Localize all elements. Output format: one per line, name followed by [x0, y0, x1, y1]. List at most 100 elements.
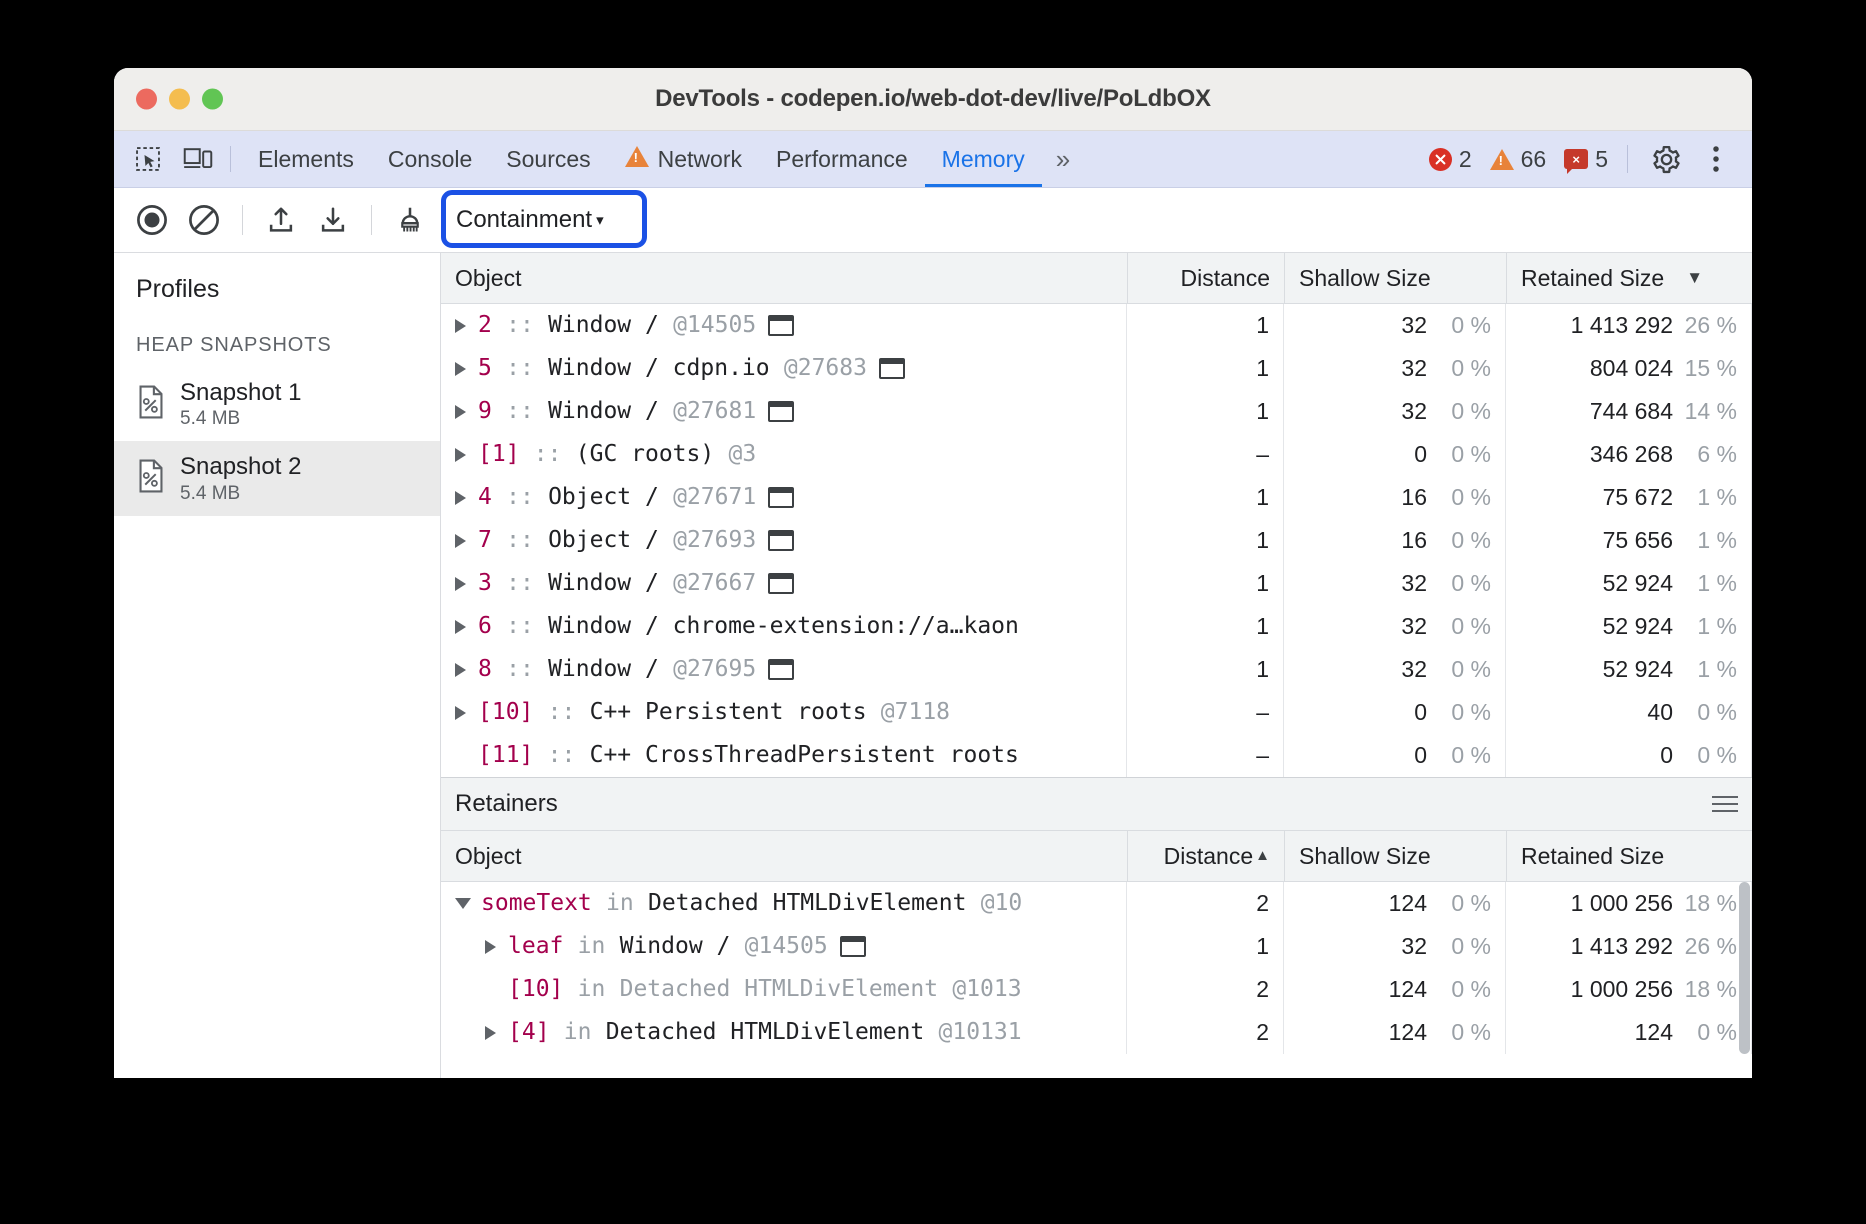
sidebar-item-snapshot-2[interactable]: Snapshot 2 5.4 MB — [114, 441, 440, 515]
expand-triangle-icon[interactable] — [455, 448, 466, 462]
table-row[interactable]: [1] :: (GC roots) @3–00 %346 2686 % — [441, 433, 1752, 476]
object-cell[interactable]: [1] :: (GC roots) @3 — [441, 433, 1127, 476]
retainers-scrollbar[interactable] — [1739, 882, 1750, 1078]
column-header-retained-size[interactable]: Retained Size ▼ — [1506, 253, 1752, 303]
object-cell[interactable]: leaf in Window / @14505 — [441, 925, 1127, 968]
retainers-column-header-retained-size[interactable]: Retained Size — [1506, 831, 1752, 881]
object-id: @10131 — [939, 1011, 1022, 1054]
expand-triangle-icon[interactable] — [455, 362, 466, 376]
table-row[interactable]: [10] :: C++ Persistent roots @7118–00 %4… — [441, 691, 1752, 734]
garbage-collect-icon[interactable] — [384, 194, 436, 246]
device-toolbar-icon[interactable] — [176, 137, 220, 181]
shallow-size-value: 32 — [1401, 605, 1427, 648]
object-cell[interactable]: 3 :: Window / @27667 — [441, 562, 1127, 605]
list-menu-icon[interactable] — [1712, 796, 1738, 812]
retained-size-percent: 14 % — [1673, 390, 1737, 433]
distance-value-cell: – — [1127, 433, 1284, 476]
expand-triangle-icon[interactable] — [455, 319, 466, 333]
tab-elements[interactable]: Elements — [241, 131, 371, 187]
column-header-object[interactable]: Object — [441, 253, 1127, 303]
expand-triangle-icon[interactable] — [455, 534, 466, 548]
object-cell[interactable]: 6 :: Window / chrome-extension://a…kaon — [441, 605, 1127, 648]
expand-triangle-icon[interactable] — [485, 1026, 496, 1040]
object-cell[interactable]: someText in Detached HTMLDivElement @10 — [441, 882, 1127, 925]
table-row[interactable]: [11] :: C++ CrossThreadPersistent roots–… — [441, 734, 1752, 777]
tab-elements-label: Elements — [258, 131, 354, 187]
retainers-column-header-shallow-size[interactable]: Shallow Size — [1284, 831, 1506, 881]
column-header-distance[interactable]: Distance — [1127, 253, 1284, 303]
expand-triangle-icon[interactable] — [455, 405, 466, 419]
object-cell[interactable]: 7 :: Object / @27693 — [441, 519, 1127, 562]
tab-network[interactable]: Network — [608, 131, 759, 187]
table-row[interactable]: 6 :: Window / chrome-extension://a…kaon1… — [441, 605, 1752, 648]
row-index: someText — [481, 882, 592, 925]
distance-value: 1 — [1256, 925, 1269, 968]
more-tabs-icon[interactable]: » — [1042, 144, 1081, 175]
distance-value-cell: 1 — [1127, 605, 1284, 648]
object-cell[interactable]: [11] :: C++ CrossThreadPersistent roots — [441, 734, 1127, 777]
object-cell[interactable]: 9 :: Window / @27681 — [441, 390, 1127, 433]
column-header-shallow-size[interactable]: Shallow Size — [1284, 253, 1506, 303]
retained-size-percent: 26 % — [1673, 925, 1737, 968]
object-name: Window / cdpn.io — [548, 347, 770, 390]
retainers-scrollbar-thumb[interactable] — [1739, 882, 1750, 1054]
table-row[interactable]: 8 :: Window / @276951320 %52 9241 % — [441, 648, 1752, 691]
expand-triangle-icon[interactable] — [455, 491, 466, 505]
tab-console[interactable]: Console — [371, 131, 489, 187]
object-cell[interactable]: 8 :: Window / @27695 — [441, 648, 1127, 691]
minimize-window-button[interactable] — [169, 89, 190, 110]
collapse-triangle-icon[interactable] — [455, 898, 471, 909]
table-row[interactable]: 4 :: Object / @276711160 %75 6721 % — [441, 476, 1752, 519]
inspect-element-icon[interactable] — [126, 137, 170, 181]
expand-triangle-icon[interactable] — [455, 706, 466, 720]
row-separator: :: — [548, 691, 576, 734]
table-row[interactable]: [10] in Detached HTMLDivElement @1013212… — [441, 968, 1752, 1011]
toolbar-divider-1 — [242, 205, 243, 235]
record-icon[interactable] — [126, 194, 178, 246]
close-window-button[interactable] — [136, 89, 157, 110]
retainers-column-header-object[interactable]: Object — [441, 831, 1127, 881]
row-index: 9 — [478, 390, 492, 433]
expand-triangle-icon[interactable] — [455, 577, 466, 591]
expand-triangle-icon[interactable] — [455, 620, 466, 634]
gear-icon[interactable] — [1644, 137, 1688, 181]
table-row[interactable]: 7 :: Object / @276931160 %75 6561 % — [441, 519, 1752, 562]
retainers-column-header-distance[interactable]: Distance ▲ — [1127, 831, 1284, 881]
object-cell[interactable]: 2 :: Window / @14505 — [441, 304, 1127, 347]
table-row[interactable]: 9 :: Window / @276811320 %744 68414 % — [441, 390, 1752, 433]
table-row[interactable]: [4] in Detached HTMLDivElement @10131212… — [441, 1011, 1752, 1054]
view-select[interactable]: Containment ▾ — [450, 203, 610, 237]
object-name: C++ CrossThreadPersistent roots — [590, 734, 1019, 777]
message-count-badge[interactable]: × 5 — [1555, 146, 1617, 173]
table-row[interactable]: 5 :: Window / cdpn.io @276831320 %804 02… — [441, 347, 1752, 390]
upload-icon[interactable] — [255, 194, 307, 246]
table-row[interactable]: leaf in Window / @145051320 %1 413 29226… — [441, 925, 1752, 968]
expand-triangle-icon[interactable] — [485, 940, 496, 954]
clear-icon[interactable] — [178, 194, 230, 246]
download-icon[interactable] — [307, 194, 359, 246]
window-controls[interactable] — [136, 89, 223, 110]
snapshot-2-text: Snapshot 2 5.4 MB — [180, 452, 301, 504]
object-cell[interactable]: 4 :: Object / @27671 — [441, 476, 1127, 519]
expand-triangle-icon[interactable] — [455, 663, 466, 677]
sidebar-item-snapshot-1[interactable]: Snapshot 1 5.4 MB — [114, 367, 440, 441]
table-row[interactable]: 2 :: Window / @145051320 %1 413 29226 % — [441, 304, 1752, 347]
zoom-window-button[interactable] — [202, 89, 223, 110]
shallow-size-percent: 0 % — [1427, 1011, 1491, 1054]
sidebar-title: Profiles — [114, 253, 440, 316]
error-count-badge[interactable]: 2 — [1420, 146, 1481, 173]
tab-performance[interactable]: Performance — [759, 131, 925, 187]
shallow-size-value: 124 — [1389, 968, 1427, 1011]
devtools-window: DevTools - codepen.io/web-dot-dev/live/P… — [114, 68, 1752, 1078]
object-cell[interactable]: [10] in Detached HTMLDivElement @1013 — [441, 968, 1127, 1011]
kebab-menu-icon[interactable] — [1694, 137, 1738, 181]
tab-sources[interactable]: Sources — [489, 131, 607, 187]
object-cell[interactable]: 5 :: Window / cdpn.io @27683 — [441, 347, 1127, 390]
warning-count-badge[interactable]: 66 — [1481, 146, 1556, 173]
table-row[interactable]: 3 :: Window / @276671320 %52 9241 % — [441, 562, 1752, 605]
tab-memory[interactable]: Memory — [925, 131, 1042, 187]
object-cell[interactable]: [10] :: C++ Persistent roots @7118 — [441, 691, 1127, 734]
object-cell[interactable]: [4] in Detached HTMLDivElement @10131 — [441, 1011, 1127, 1054]
object-name: Window / — [548, 390, 659, 433]
table-row[interactable]: someText in Detached HTMLDivElement @102… — [441, 882, 1752, 925]
